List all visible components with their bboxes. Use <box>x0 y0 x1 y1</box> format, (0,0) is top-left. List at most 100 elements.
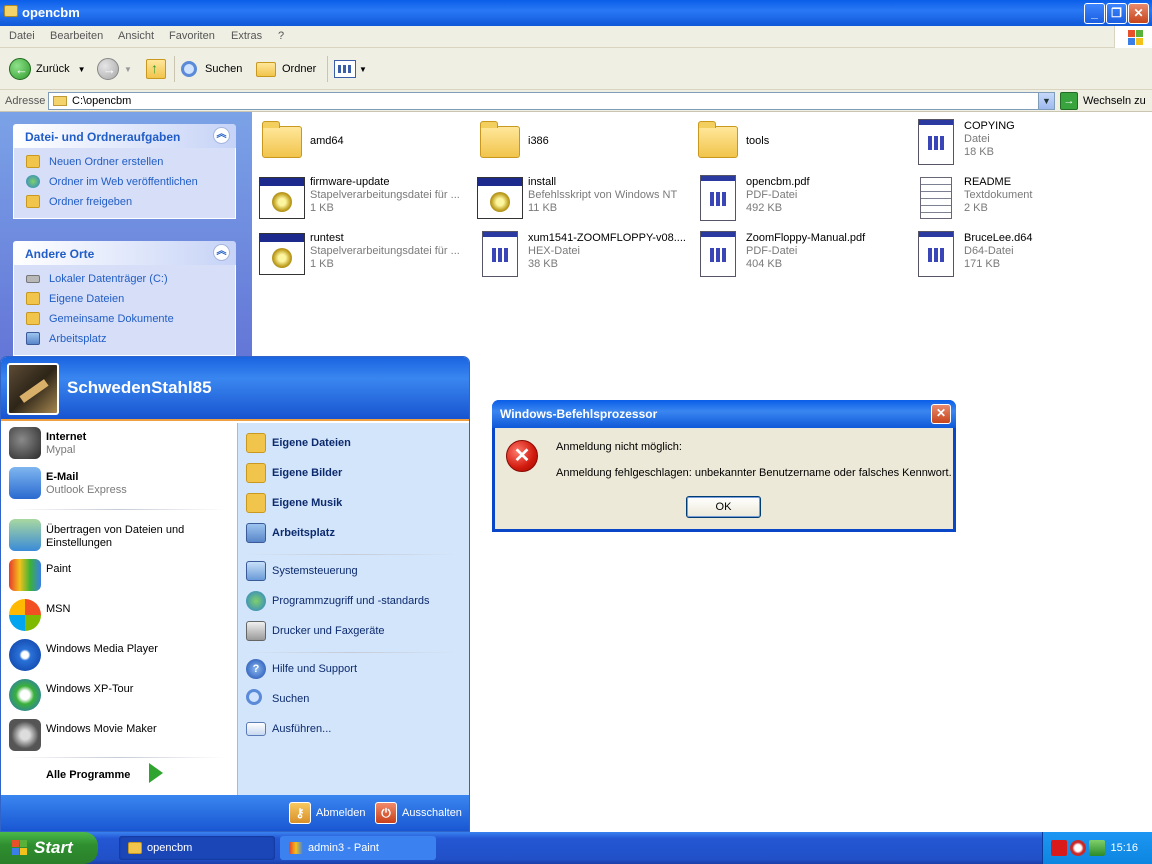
file-type: Textdokument <box>964 189 1033 201</box>
system-program-access[interactable]: Programmzugriff und -standards <box>246 589 468 613</box>
file-item-brucelee-d64[interactable]: BruceLee.d64 D64-Datei 171 KB <box>912 228 1127 280</box>
window-title: opencbm <box>22 5 80 20</box>
batch-file-icon <box>476 174 524 222</box>
program-xp-tour[interactable]: Windows XP-Tour <box>9 675 234 715</box>
file-item-xum1541-hex[interactable]: xum1541-ZOOMFLOPPY-v08.... HEX-Datei 38 … <box>476 228 691 280</box>
program-movie-maker[interactable]: Windows Movie Maker <box>9 715 234 755</box>
program-label: Internet <box>46 431 87 443</box>
file-icon <box>476 230 524 278</box>
place-my-documents[interactable]: Eigene Dateien <box>14 289 235 309</box>
file-item-copying[interactable]: COPYING Datei 18 KB <box>912 116 1127 168</box>
forward-dropdown-icon[interactable]: ▼ <box>124 65 132 74</box>
file-type: HEX-Datei <box>528 245 580 257</box>
file-size: 1 KB <box>310 202 334 214</box>
panel-header[interactable]: Andere Orte ︽ <box>13 241 236 265</box>
collapse-chevron-icon[interactable]: ︽ <box>213 127 230 144</box>
my-computer-icon <box>246 523 266 543</box>
play-arrow-icon <box>149 763 163 783</box>
panel-header[interactable]: Datei- und Ordneraufgaben ︽ <box>13 124 236 148</box>
file-item-runtest[interactable]: runtest Stapelverarbeitungsdatei für ...… <box>258 228 473 280</box>
file-name: opencbm.pdf <box>746 176 810 188</box>
task-paint[interactable]: admin3 - Paint <box>280 836 436 860</box>
task-label: Ordner im Web veröffentlichen <box>49 176 198 188</box>
batch-file-icon <box>258 174 306 222</box>
search-menu-item[interactable]: Suchen <box>246 687 468 711</box>
task-share-folder[interactable]: Ordner freigeben <box>14 192 235 212</box>
place-local-disk[interactable]: Lokaler Datenträger (C:) <box>14 269 235 289</box>
toolbar-separator <box>174 56 175 82</box>
place-eigene-musik[interactable]: Eigene Musik <box>246 491 468 515</box>
dialog-titlebar[interactable]: Windows-Befehlsprozessor ✕ <box>492 400 956 428</box>
file-item-amd64[interactable]: amd64 <box>258 116 473 168</box>
security-icon[interactable] <box>1070 840 1086 856</box>
menu-ansicht[interactable]: Ansicht <box>118 30 154 42</box>
views-button[interactable]: ▼ <box>334 57 367 81</box>
back-dropdown-icon[interactable]: ▼ <box>78 65 86 74</box>
address-dropdown-icon[interactable]: ▼ <box>1038 93 1054 109</box>
file-item-opencbm-pdf[interactable]: opencbm.pdf PDF-Datei 492 KB <box>694 172 909 224</box>
minimize-button[interactable]: _ <box>1084 3 1105 24</box>
go-button[interactable]: → Wechseln zu <box>1060 92 1146 110</box>
place-eigene-bilder[interactable]: Eigene Bilder <box>246 461 468 485</box>
file-item-firmware-update[interactable]: firmware-update Stapelverarbeitungsdatei… <box>258 172 473 224</box>
back-button[interactable]: ← Zurück ▼ <box>9 57 86 81</box>
menu-datei[interactable]: Datei <box>9 30 35 42</box>
avatar[interactable] <box>7 363 59 415</box>
ok-button[interactable]: OK <box>686 496 761 518</box>
file-name: firmware-update <box>310 176 390 188</box>
logoff-button[interactable]: ⚷ Abmelden <box>289 802 366 824</box>
menu-help[interactable]: ? <box>278 30 284 42</box>
start-menu-footer: ⚷ Abmelden ⏻ Ausschalten <box>1 795 469 831</box>
task-opencbm[interactable]: opencbm <box>119 836 275 860</box>
media-player-icon <box>9 639 41 671</box>
menu-bearbeiten[interactable]: Bearbeiten <box>50 30 103 42</box>
dialog-close-button[interactable]: ✕ <box>931 404 951 424</box>
menu-favoriten[interactable]: Favoriten <box>169 30 215 42</box>
file-item-install[interactable]: install Befehlsskript von Windows NT 11 … <box>476 172 691 224</box>
all-programs-button[interactable]: Alle Programme <box>46 769 130 781</box>
file-item-zoomfloppy-manual[interactable]: ZoomFloppy-Manual.pdf PDF-Datei 404 KB <box>694 228 909 280</box>
my-pictures-icon <box>246 463 266 483</box>
place-shared-documents[interactable]: Gemeinsame Dokumente <box>14 309 235 329</box>
address-input[interactable]: C:\opencbm ▼ <box>48 92 1055 110</box>
collapse-chevron-icon[interactable]: ︽ <box>213 244 230 261</box>
documents-folder-icon <box>26 292 40 305</box>
maximize-button[interactable]: ❐ <box>1106 3 1127 24</box>
program-email[interactable]: E-Mail Outlook Express <box>9 463 234 503</box>
forward-button[interactable]: → ▼ <box>97 57 132 81</box>
help-and-support[interactable]: ? Hilfe und Support <box>246 657 468 681</box>
file-item-tools[interactable]: tools <box>694 116 909 168</box>
file-item-i386[interactable]: i386 <box>476 116 691 168</box>
place-my-computer[interactable]: Arbeitsplatz <box>14 329 235 349</box>
window-titlebar[interactable]: opencbm _ ❐ ✕ <box>0 0 1152 26</box>
up-button[interactable]: ↑ <box>146 57 166 81</box>
shutdown-button[interactable]: ⏻ Ausschalten <box>375 802 462 824</box>
program-label: Windows Media Player <box>46 643 158 655</box>
task-label: admin3 - Paint <box>308 842 379 854</box>
globe-icon <box>26 175 40 188</box>
ati-icon[interactable] <box>1051 840 1067 856</box>
start-button[interactable]: Start <box>0 832 98 864</box>
menu-extras[interactable]: Extras <box>231 30 262 42</box>
program-paint[interactable]: Paint <box>9 555 234 595</box>
task-new-folder[interactable]: Neuen Ordner erstellen <box>14 152 235 172</box>
place-eigene-dateien[interactable]: Eigene Dateien <box>246 431 468 455</box>
system-printers[interactable]: Drucker und Faxgeräte <box>246 619 468 643</box>
file-item-readme[interactable]: README Textdokument 2 KB <box>912 172 1127 224</box>
search-button[interactable]: Suchen <box>181 57 242 81</box>
program-media-player[interactable]: Windows Media Player <box>9 635 234 675</box>
system-control-panel[interactable]: Systemsteuerung <box>246 559 468 583</box>
error-message-detail: Anmeldung fehlgeschlagen: unbekannter Be… <box>556 467 952 479</box>
close-button[interactable]: ✕ <box>1128 3 1149 24</box>
folders-button[interactable]: Ordner <box>256 57 316 81</box>
program-transfer-settings[interactable]: Übertragen von Dateien und Einstellungen <box>9 515 234 555</box>
task-publish-web[interactable]: Ordner im Web veröffentlichen <box>14 172 235 192</box>
program-msn[interactable]: MSN <box>9 595 234 635</box>
program-label: MSN <box>46 603 71 615</box>
run-menu-item[interactable]: Ausführen... <box>246 717 468 741</box>
task-label: Neuen Ordner erstellen <box>49 156 164 168</box>
file-size: 1 KB <box>310 258 334 270</box>
network-icon[interactable] <box>1089 840 1105 856</box>
program-internet[interactable]: Internet Mypal <box>9 423 234 463</box>
place-arbeitsplatz[interactable]: Arbeitsplatz <box>246 521 468 545</box>
